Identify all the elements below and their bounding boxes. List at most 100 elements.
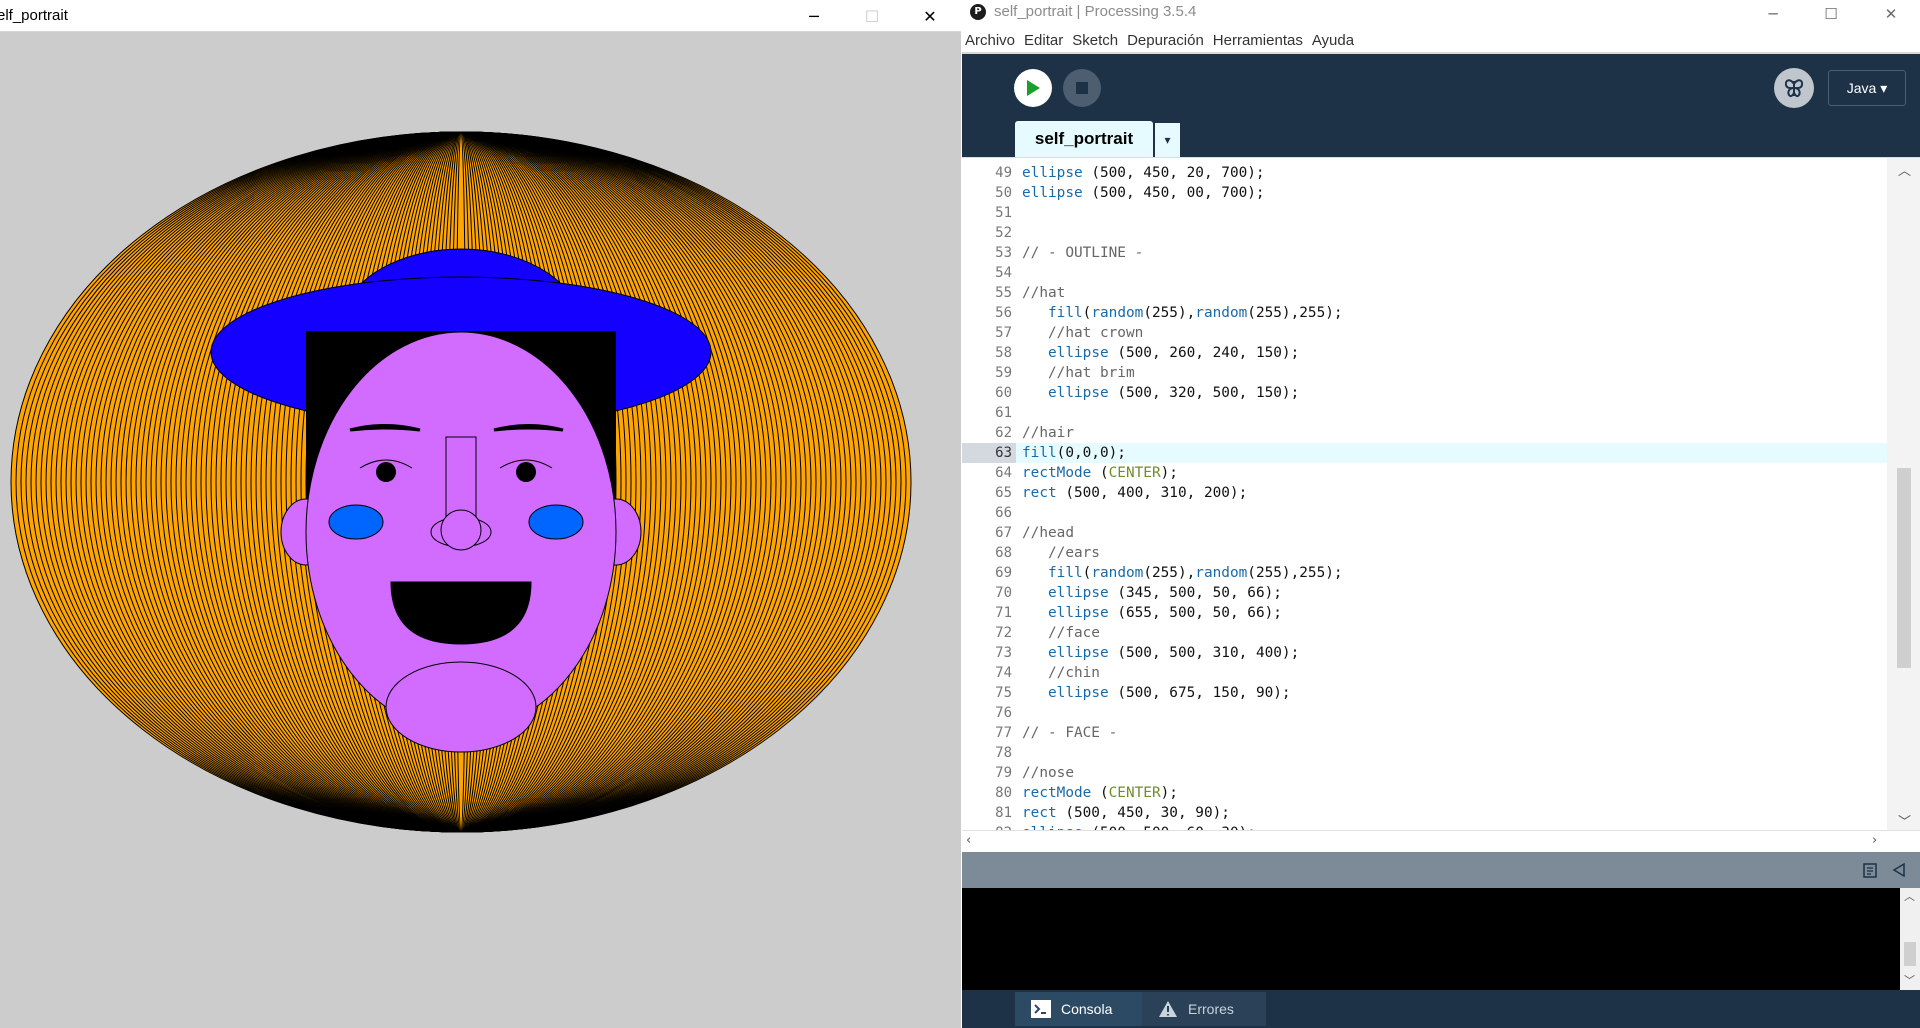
left-eye [376, 462, 396, 482]
console-scrollbar[interactable]: ︿ ﹀ [1900, 888, 1920, 990]
code-line[interactable]: 64 rectMode (CENTER); [962, 463, 1887, 483]
code-line[interactable]: 74 //chin [962, 663, 1887, 683]
code-line[interactable]: 63 fill(0,0,0); [962, 443, 1887, 463]
collapse-console-icon[interactable] [1892, 863, 1906, 877]
sketch-close-button[interactable]: ✕ [907, 0, 953, 32]
vertical-scrollbar-thumb[interactable] [1897, 468, 1911, 668]
ide-maximize-button[interactable]: ☐ [1802, 0, 1860, 28]
console-output[interactable]: ︿ ﹀ [962, 888, 1920, 990]
code-line[interactable]: 59 //hat brim [962, 363, 1887, 383]
code-line[interactable]: 71 ellipse (655, 500, 50, 66); [962, 603, 1887, 623]
code-line[interactable]: 52 [962, 223, 1887, 243]
play-icon [1027, 80, 1040, 96]
code-line[interactable]: 55 //hat [962, 283, 1887, 303]
debugger-button[interactable] [1774, 68, 1814, 108]
code-line[interactable]: 80 rectMode (CENTER); [962, 783, 1887, 803]
menu-depuracion[interactable]: Depuración [1127, 32, 1204, 49]
ide-close-button[interactable]: ✕ [1862, 0, 1920, 28]
line-number: 67 [995, 525, 1012, 541]
run-button[interactable] [1014, 69, 1052, 107]
code-text: // - OUTLINE - [1022, 245, 1144, 261]
status-bar [962, 852, 1920, 888]
tab-menu-button[interactable]: ▾ [1155, 123, 1180, 157]
code-line[interactable]: 60 ellipse (500, 320, 500, 150); [962, 383, 1887, 403]
stop-icon [1076, 82, 1088, 94]
line-number: 80 [995, 785, 1012, 801]
stop-button[interactable] [1063, 69, 1101, 107]
menu-editar[interactable]: Editar [1024, 32, 1063, 49]
code-lines[interactable]: 49 ellipse (500, 450, 20, 700); 50 ellipse … [962, 163, 1887, 843]
code-line[interactable]: 53 // - OUTLINE - [962, 243, 1887, 263]
left-cheek [328, 504, 384, 540]
code-line[interactable]: 62 //hair [962, 423, 1887, 443]
line-number: 59 [995, 365, 1012, 381]
line-number: 68 [995, 545, 1012, 561]
code-line[interactable]: 76 [962, 703, 1887, 723]
console-scroll-down-icon[interactable]: ﹀ [1904, 972, 1915, 988]
code-line[interactable]: 65 rect (500, 400, 310, 200); [962, 483, 1887, 503]
butterfly-icon [1784, 79, 1804, 98]
code-line[interactable]: 57 //hat crown [962, 323, 1887, 343]
scroll-right-icon[interactable]: › [1872, 833, 1877, 848]
tab-errores[interactable]: Errores [1142, 992, 1266, 1026]
sketch-maximize-button[interactable]: ☐ [849, 0, 895, 32]
line-number: 78 [995, 745, 1012, 761]
line-number: 75 [995, 685, 1012, 701]
code-text: //head [1022, 525, 1074, 541]
tab-consola[interactable]: Consola [1015, 992, 1143, 1026]
menu-herramientas[interactable]: Herramientas [1213, 32, 1303, 49]
code-line[interactable]: 75 ellipse (500, 675, 150, 90); [962, 683, 1887, 703]
code-line[interactable]: 66 [962, 503, 1887, 523]
code-line[interactable]: 78 [962, 743, 1887, 763]
sketch-minimize-button[interactable]: ─ [791, 0, 837, 32]
code-text: fill(0,0,0); [1022, 445, 1126, 461]
code-text: //hair [1022, 425, 1074, 441]
mode-selector[interactable]: Java ▾ [1828, 70, 1906, 106]
scroll-left-icon[interactable]: ‹ [966, 833, 971, 848]
code-line[interactable]: 49 ellipse (500, 450, 20, 700); [962, 163, 1887, 183]
menu-archivo[interactable]: Archivo [965, 32, 1015, 49]
code-line[interactable]: 70 ellipse (345, 500, 50, 66); [962, 583, 1887, 603]
tab-self-portrait[interactable]: self_portrait [1015, 121, 1153, 157]
scroll-down-icon[interactable]: ﹀ [1898, 811, 1911, 830]
code-line[interactable]: 67 //head [962, 523, 1887, 543]
line-number: 53 [995, 245, 1012, 261]
code-text: //nose [1022, 765, 1074, 781]
line-number: 71 [995, 605, 1012, 621]
code-line[interactable]: 54 [962, 263, 1887, 283]
code-line[interactable]: 69 fill(random(255),random(255),255); [962, 563, 1887, 583]
code-line[interactable]: 58 ellipse (500, 260, 240, 150); [962, 343, 1887, 363]
line-number: 81 [995, 805, 1012, 821]
menu-ayuda[interactable]: Ayuda [1312, 32, 1354, 49]
console-scrollbar-thumb[interactable] [1904, 942, 1916, 966]
code-line[interactable]: 72 //face [962, 623, 1887, 643]
code-text: // - FACE - [1022, 725, 1118, 741]
code-line[interactable]: 73 ellipse (500, 500, 310, 400); [962, 643, 1887, 663]
sketch-tab-row: self_portrait ▾ [962, 121, 1920, 157]
menu-sketch[interactable]: Sketch [1072, 32, 1118, 49]
code-line[interactable]: 61 [962, 403, 1887, 423]
code-line[interactable]: 68 //ears [962, 543, 1887, 563]
code-text: rectMode (CENTER); [1022, 785, 1178, 801]
line-number: 72 [995, 625, 1012, 641]
scroll-up-icon[interactable]: ︿ [1898, 160, 1911, 179]
code-text: ellipse (500, 450, 20, 700); [1022, 165, 1265, 181]
code-line[interactable]: 50 ellipse (500, 450, 00, 700); [962, 183, 1887, 203]
line-number: 54 [995, 265, 1012, 281]
code-line[interactable]: 81 rect (500, 450, 30, 90); [962, 803, 1887, 823]
code-editor[interactable]: 49 ellipse (500, 450, 20, 700); 50 ellipse … [962, 157, 1920, 841]
line-number: 70 [995, 585, 1012, 601]
ide-minimize-button[interactable]: ─ [1744, 0, 1802, 28]
vertical-scrollbar[interactable]: ︿ ﹀ [1887, 158, 1920, 831]
line-number: 77 [995, 725, 1012, 741]
horizontal-scrollbar[interactable]: ‹ › [962, 830, 1920, 852]
code-text: ellipse (345, 500, 50, 66); [1048, 585, 1282, 601]
console-scroll-up-icon[interactable]: ︿ [1904, 888, 1915, 904]
code-line[interactable]: 51 [962, 203, 1887, 223]
code-line[interactable]: 77 // - FACE - [962, 723, 1887, 743]
clipboard-icon[interactable] [1862, 862, 1878, 878]
line-number: 60 [995, 385, 1012, 401]
right-cheek [528, 504, 584, 540]
code-line[interactable]: 79 //nose [962, 763, 1887, 783]
code-line[interactable]: 56 fill(random(255),random(255),255); [962, 303, 1887, 323]
